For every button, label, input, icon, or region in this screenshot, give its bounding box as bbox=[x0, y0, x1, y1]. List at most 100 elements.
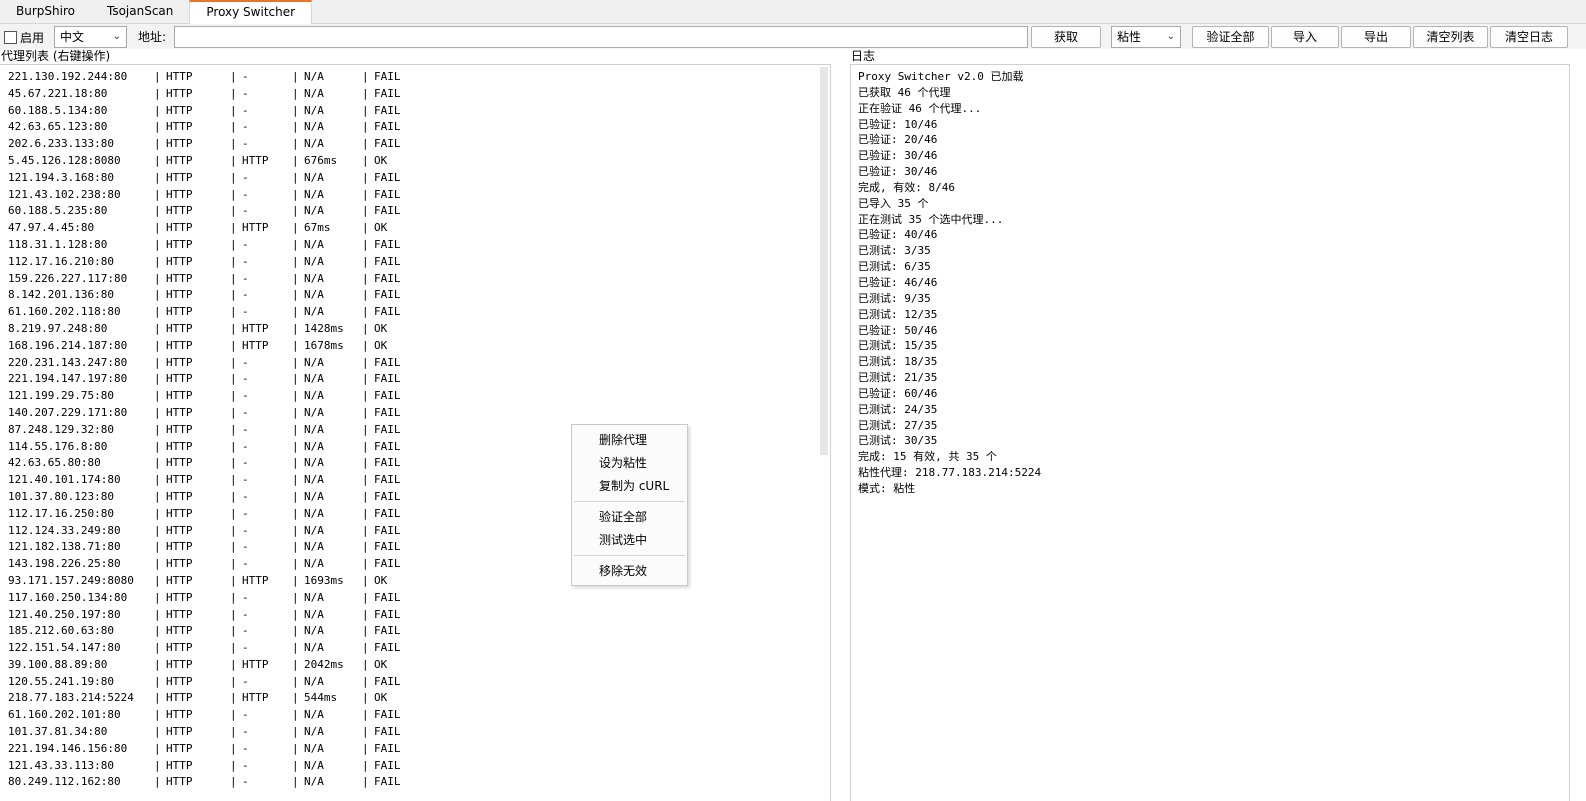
import-button[interactable]: 导入 bbox=[1271, 26, 1339, 48]
clear-log-button[interactable]: 清空日志 bbox=[1490, 26, 1568, 48]
table-row[interactable]: 8.142.201.136:80 | HTTP | - | N/A | FAIL bbox=[8, 287, 414, 304]
table-row[interactable]: 121.43.33.113:80 | HTTP | - | N/A | FAIL bbox=[8, 758, 414, 775]
log-line: 粘性代理: 218.77.183.214:5224 bbox=[858, 466, 1042, 480]
proxy-protocol: HTTP bbox=[166, 120, 193, 134]
chevron-down-icon: ⌄ bbox=[112, 31, 121, 42]
log-line: 完成, 有效: 8/46 bbox=[858, 180, 955, 194]
table-row[interactable]: 60.188.5.134:80 | HTTP | - | N/A | FAIL bbox=[8, 103, 414, 120]
proxy-latency: N/A bbox=[304, 473, 324, 487]
menu-item-set-sticky[interactable]: 设为粘性 bbox=[572, 452, 687, 474]
table-row[interactable]: 112.124.33.249:80 | HTTP | - | N/A | FAIL bbox=[8, 523, 414, 540]
tab-burpshiro[interactable]: BurpShiro bbox=[0, 0, 91, 24]
column-separator: | bbox=[230, 674, 237, 688]
proxy-ip: 168.196.214.187:80 bbox=[8, 338, 128, 352]
table-row[interactable]: 121.40.250.197:80 | HTTP | - | N/A | FAIL bbox=[8, 607, 414, 624]
log-line: 已获取 46 个代理 bbox=[858, 85, 951, 99]
proxy-list-scrollbar[interactable] bbox=[820, 67, 828, 455]
log-panel[interactable]: Proxy Switcher v2.0 已加载 已获取 46 个代理 正在验证 46… bbox=[850, 64, 1570, 801]
table-row[interactable]: 80.249.112.162:80 | HTTP | - | N/A | FAIL bbox=[8, 774, 414, 791]
table-row[interactable]: 112.17.16.250:80 | HTTP | - | N/A | FAIL bbox=[8, 506, 414, 523]
column-separator: | bbox=[154, 641, 161, 655]
tab-tsojanscan[interactable]: TsojanScan bbox=[91, 0, 189, 24]
table-row[interactable]: 121.182.138.71:80 | HTTP | - | N/A | FAIL bbox=[8, 539, 414, 556]
proxy-list[interactable]: 221.130.192.244:80 | HTTP | - | N/A | FAIL 45.67.… bbox=[8, 69, 414, 791]
table-row[interactable]: 168.196.214.187:80 | HTTP | HTTP | 1678ms | OK bbox=[8, 338, 414, 355]
table-row[interactable]: 112.17.16.210:80 | HTTP | - | N/A | FAIL bbox=[8, 254, 414, 271]
table-row[interactable]: 121.40.101.174:80 | HTTP | - | N/A | FAIL bbox=[8, 472, 414, 489]
column-separator: | bbox=[154, 439, 161, 453]
table-row[interactable]: 93.171.157.249:8080 | HTTP | HTTP | 1693ms | OK bbox=[8, 573, 414, 590]
fetch-button[interactable]: 获取 bbox=[1031, 26, 1101, 48]
table-row[interactable]: 101.37.80.123:80 | HTTP | - | N/A | FAIL bbox=[8, 489, 414, 506]
checkbox-box[interactable] bbox=[4, 30, 17, 44]
menu-separator bbox=[574, 555, 685, 556]
table-row[interactable]: 45.67.221.18:80 | HTTP | - | N/A | FAIL bbox=[8, 86, 414, 103]
table-row[interactable]: 118.31.1.128:80 | HTTP | - | N/A | FAIL bbox=[8, 237, 414, 254]
menu-item-verify-all[interactable]: 验证全部 bbox=[572, 506, 687, 528]
proxy-ip: 101.37.81.34:80 bbox=[8, 725, 108, 739]
table-row[interactable]: 121.43.102.238:80 | HTTP | - | N/A | FAIL bbox=[8, 187, 414, 204]
table-row[interactable]: 42.63.65.80:80 | HTTP | - | N/A | FAIL bbox=[8, 455, 414, 472]
export-button[interactable]: 导出 bbox=[1341, 26, 1411, 48]
proxy-status: FAIL bbox=[374, 641, 401, 655]
table-row[interactable]: 60.188.5.235:80 | HTTP | - | N/A | FAIL bbox=[8, 203, 414, 220]
table-row[interactable]: 121.194.3.168:80 | HTTP | - | N/A | FAIL bbox=[8, 170, 414, 187]
table-row[interactable]: 218.77.183.214:5224 | HTTP | HTTP | 544ms | OK bbox=[8, 690, 414, 707]
proxy-latency: N/A bbox=[304, 204, 324, 218]
table-row[interactable]: 61.160.202.101:80 | HTTP | - | N/A | FAIL bbox=[8, 707, 414, 724]
table-row[interactable]: 117.160.250.134:80 | HTTP | - | N/A | FAIL bbox=[8, 590, 414, 607]
toolbar: 启用 中文 ⌄ 地址: 获取 粘性 ⌄ 验证全部 导入 导出 清空列表 清空日志 bbox=[0, 24, 1586, 49]
proxy-protocol: HTTP bbox=[166, 204, 193, 218]
clear-list-button[interactable]: 清空列表 bbox=[1413, 26, 1488, 48]
table-row[interactable]: 120.55.241.19:80 | HTTP | - | N/A | FAIL bbox=[8, 674, 414, 691]
table-row[interactable]: 47.97.4.45:80 | HTTP | HTTP | 67ms | OK bbox=[8, 220, 414, 237]
menu-item-test-selected[interactable]: 测试选中 bbox=[572, 529, 687, 551]
table-row[interactable]: 221.130.192.244:80 | HTTP | - | N/A | FAIL bbox=[8, 69, 414, 86]
proxy-result: - bbox=[242, 86, 249, 100]
mode-select[interactable]: 粘性 ⌄ bbox=[1111, 26, 1181, 48]
proxy-protocol: HTTP bbox=[166, 221, 193, 235]
table-row[interactable]: 140.207.229.171:80 | HTTP | - | N/A | FAIL bbox=[8, 405, 414, 422]
table-row[interactable]: 159.226.227.117:80 | HTTP | - | N/A | FAIL bbox=[8, 271, 414, 288]
table-row[interactable]: 114.55.176.8:80 | HTTP | - | N/A | FAIL bbox=[8, 439, 414, 456]
table-row[interactable]: 42.63.65.123:80 | HTTP | - | N/A | FAIL bbox=[8, 119, 414, 136]
proxy-protocol: HTTP bbox=[166, 590, 193, 604]
table-row[interactable]: 122.151.54.147:80 | HTTP | - | N/A | FAIL bbox=[8, 640, 414, 657]
menu-item-delete-proxy[interactable]: 删除代理 bbox=[572, 429, 687, 451]
menu-item-copy-curl[interactable]: 复制为 cURL bbox=[572, 475, 687, 497]
proxy-protocol: HTTP bbox=[166, 607, 193, 621]
proxy-result: - bbox=[242, 170, 249, 184]
proxy-protocol: HTTP bbox=[166, 271, 193, 285]
proxy-status: FAIL bbox=[374, 170, 401, 184]
column-separator: | bbox=[154, 489, 161, 503]
proxy-protocol: HTTP bbox=[166, 725, 193, 739]
table-row[interactable]: 221.194.146.156:80 | HTTP | - | N/A | FAIL bbox=[8, 741, 414, 758]
menu-item-remove-invalid[interactable]: 移除无效 bbox=[572, 560, 687, 582]
proxy-protocol: HTTP bbox=[166, 321, 193, 335]
table-row[interactable]: 101.37.81.34:80 | HTTP | - | N/A | FAIL bbox=[8, 724, 414, 741]
column-separator: | bbox=[292, 641, 299, 655]
enable-checkbox[interactable]: 启用 bbox=[4, 26, 48, 48]
table-row[interactable]: 87.248.129.32:80 | HTTP | - | N/A | FAIL bbox=[8, 422, 414, 439]
table-row[interactable]: 61.160.202.118:80 | HTTP | - | N/A | FAIL bbox=[8, 304, 414, 321]
column-separator: | bbox=[292, 70, 299, 83]
table-row[interactable]: 220.231.143.247:80 | HTTP | - | N/A | FAIL bbox=[8, 355, 414, 372]
proxy-result: HTTP bbox=[242, 573, 269, 587]
table-row[interactable]: 185.212.60.63:80 | HTTP | - | N/A | FAIL bbox=[8, 623, 414, 640]
table-row[interactable]: 8.219.97.248:80 | HTTP | HTTP | 1428ms | OK bbox=[8, 321, 414, 338]
column-separator: | bbox=[230, 691, 237, 705]
table-row[interactable]: 221.194.147.197:80 | HTTP | - | N/A | FAIL bbox=[8, 371, 414, 388]
tab-proxy-switcher[interactable]: Proxy Switcher bbox=[189, 0, 313, 24]
address-input[interactable] bbox=[174, 26, 1028, 48]
column-separator: | bbox=[292, 674, 299, 688]
table-row[interactable]: 202.6.233.133:80 | HTTP | - | N/A | FAIL bbox=[8, 136, 414, 153]
verify-all-button[interactable]: 验证全部 bbox=[1192, 26, 1269, 48]
proxy-list-panel[interactable]: 221.130.192.244:80 | HTTP | - | N/A | FAIL 45.67.… bbox=[0, 64, 831, 801]
table-row[interactable]: 5.45.126.128:8080 | HTTP | HTTP | 676ms | OK bbox=[8, 153, 414, 170]
table-row[interactable]: 39.100.88.89:80 | HTTP | HTTP | 2042ms | OK bbox=[8, 657, 414, 674]
language-select[interactable]: 中文 ⌄ bbox=[54, 26, 127, 48]
table-row[interactable]: 143.198.226.25:80 | HTTP | - | N/A | FAIL bbox=[8, 556, 414, 573]
log-list: Proxy Switcher v2.0 已加载 已获取 46 个代理 正在验证 46… bbox=[858, 69, 1041, 497]
column-separator: | bbox=[230, 523, 237, 537]
table-row[interactable]: 121.199.29.75:80 | HTTP | - | N/A | FAIL bbox=[8, 388, 414, 405]
